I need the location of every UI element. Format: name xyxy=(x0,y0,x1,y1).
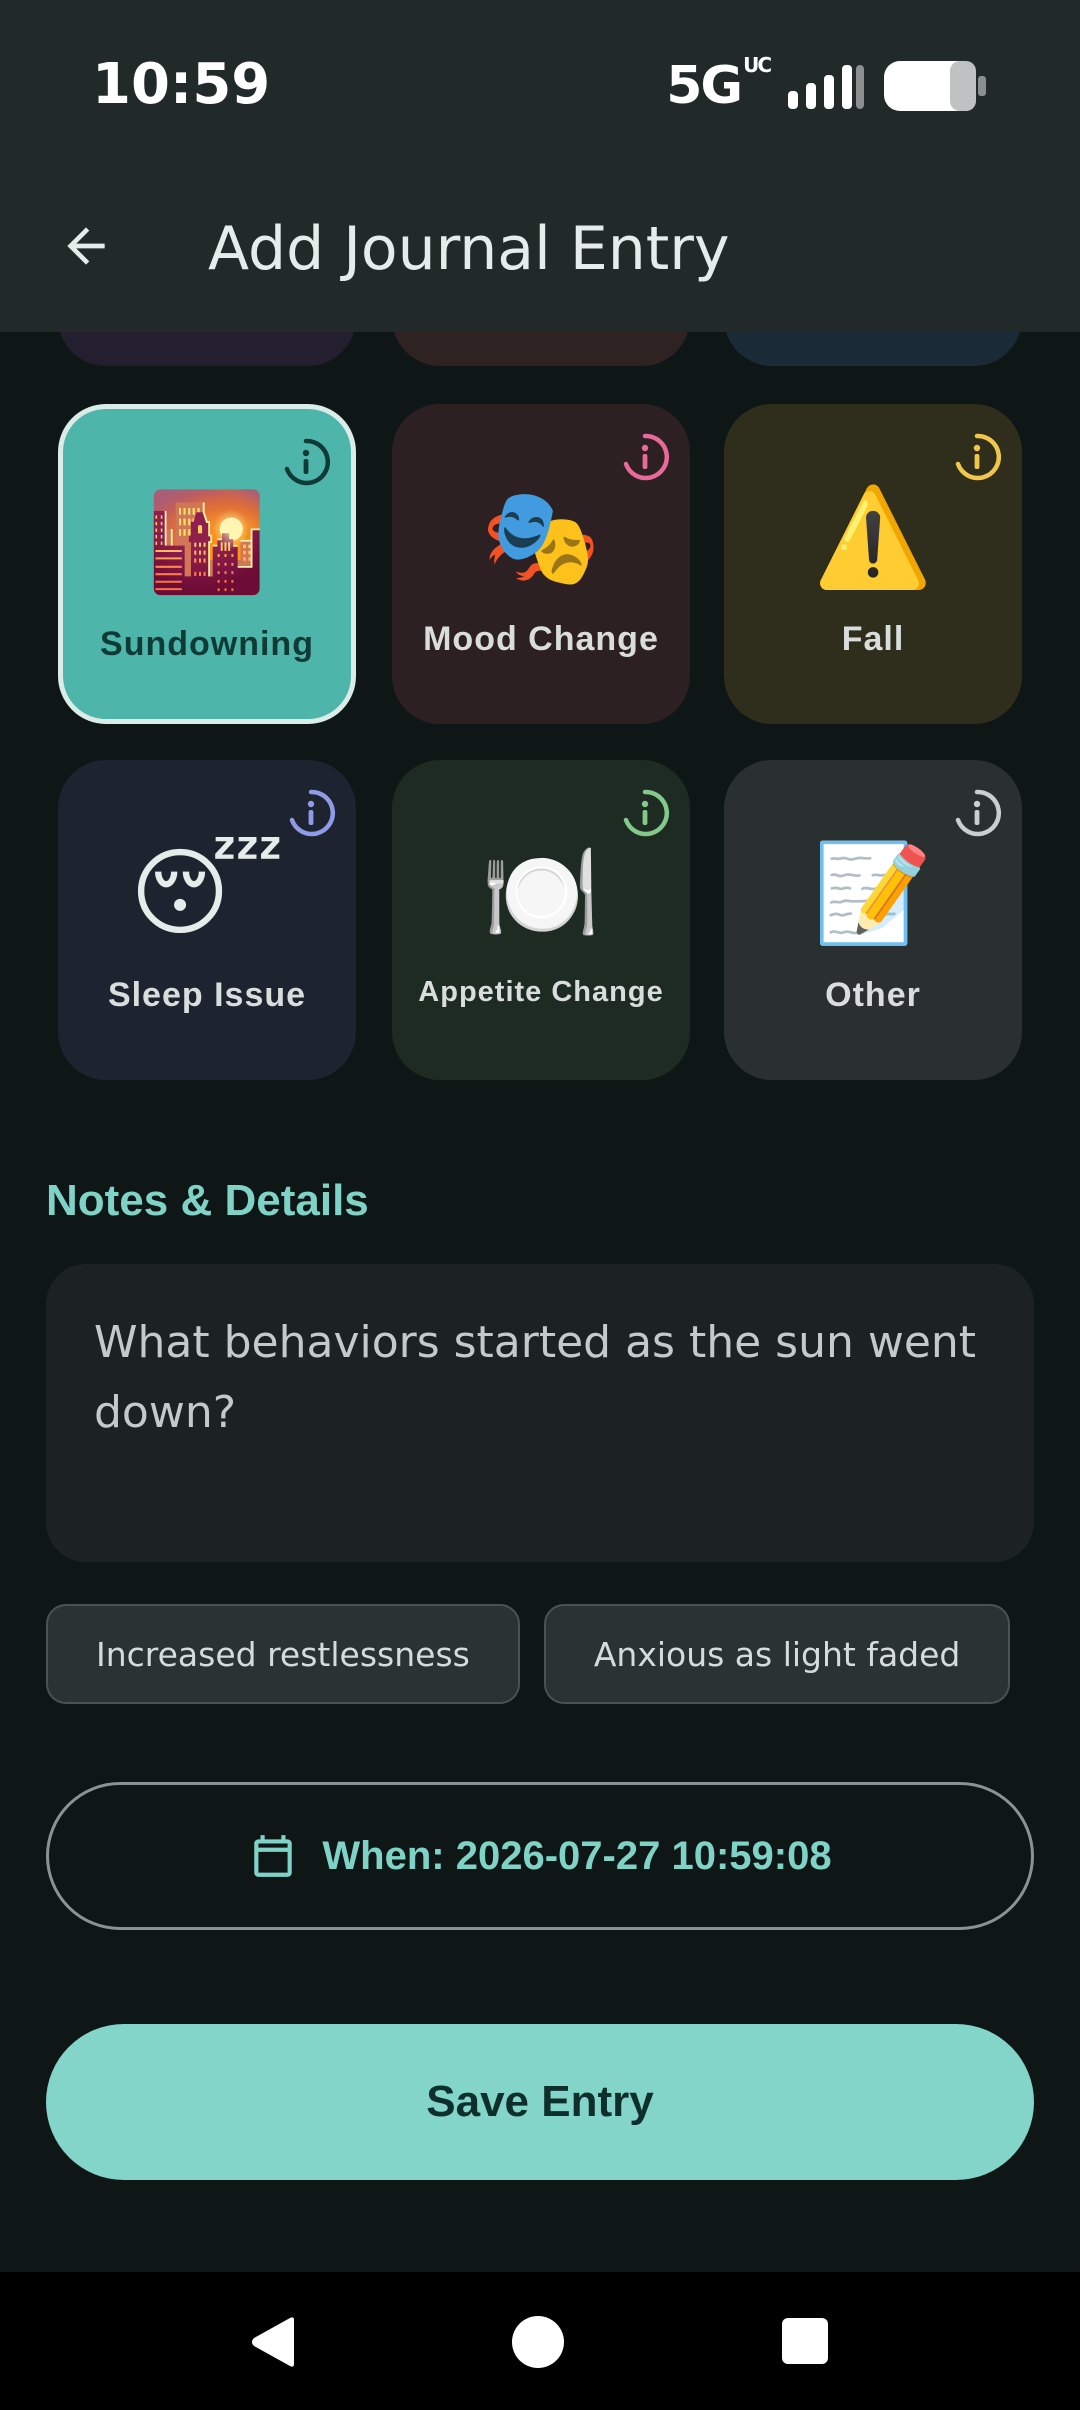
category-card-sleep-issue[interactable]: 😴 Sleep Issue xyxy=(58,760,356,1080)
battery-icon xyxy=(884,61,986,111)
date-time-button[interactable]: When: 2026-07-27 10:59:08 xyxy=(46,1782,1034,1930)
category-label: Fall xyxy=(841,620,905,658)
page-title: Add Journal Entry xyxy=(208,214,730,284)
category-card-fall[interactable]: ⚠️ Fall xyxy=(724,404,1022,724)
notes-field-container xyxy=(46,1264,1034,1562)
back-button[interactable] xyxy=(44,204,128,288)
system-nav-bar xyxy=(0,2272,1080,2410)
suggestion-chip[interactable]: Anxious as light faded xyxy=(543,1604,1011,1704)
status-bar: 10:59 5G UC xyxy=(0,0,1080,160)
category-label: Other xyxy=(825,976,921,1014)
category-emoji-icon: 🎭 xyxy=(481,481,601,593)
category-card-sundowning[interactable]: 🌇 Sundowning xyxy=(58,404,356,724)
signal-icon xyxy=(788,65,864,109)
info-icon[interactable] xyxy=(286,788,336,838)
category-emoji-icon: 📝 xyxy=(813,837,933,949)
nav-home-icon[interactable] xyxy=(512,2316,564,2368)
category-label: Sleep Issue xyxy=(107,976,307,1014)
notes-section-title: Notes & Details xyxy=(46,1176,369,1225)
save-entry-button[interactable]: Save Entry xyxy=(46,2024,1034,2180)
category-emoji-icon: ⚠️ xyxy=(813,481,933,593)
info-icon[interactable] xyxy=(281,437,331,487)
category-card-other[interactable]: 📝 Other xyxy=(724,760,1022,1080)
nav-back-icon[interactable] xyxy=(248,2316,298,2368)
arrow-left-icon xyxy=(67,227,105,265)
category-emoji-icon: 🌇 xyxy=(147,486,267,598)
category-emoji-icon: 😴 xyxy=(130,837,284,949)
app-bar: Add Journal Entry xyxy=(0,160,1080,332)
category-label: Appetite Change xyxy=(418,976,664,1008)
category-label: Mood Change xyxy=(423,620,659,658)
status-icons: 5G UC xyxy=(666,53,988,116)
category-emoji-icon: 🍽️ xyxy=(481,837,601,949)
info-icon[interactable] xyxy=(952,788,1002,838)
notes-input[interactable] xyxy=(94,1308,986,1518)
screen: 10:59 5G UC Add Journal Entry 🌇 Sundowni… xyxy=(0,0,1080,2410)
date-time-label: When: 2026-07-27 10:59:08 xyxy=(322,1833,832,1878)
info-icon[interactable] xyxy=(620,788,670,838)
category-card-mood-change[interactable]: 🎭 Mood Change xyxy=(392,404,690,724)
save-entry-label: Save Entry xyxy=(426,2077,654,2126)
category-label: Sundowning xyxy=(100,625,314,663)
network-label: 5G UC xyxy=(666,53,772,116)
calendar-icon xyxy=(254,1835,293,1877)
nav-recents-icon[interactable] xyxy=(782,2318,828,2364)
suggestion-chip[interactable]: Increased restlessness xyxy=(46,1604,520,1704)
suggestion-chips: Increased restlessness Anxious as light f… xyxy=(46,1604,1034,1704)
info-icon[interactable] xyxy=(952,432,1002,482)
info-icon[interactable] xyxy=(620,432,670,482)
status-time: 10:59 xyxy=(92,52,271,117)
category-card-appetite-change[interactable]: 🍽️ Appetite Change xyxy=(392,760,690,1080)
